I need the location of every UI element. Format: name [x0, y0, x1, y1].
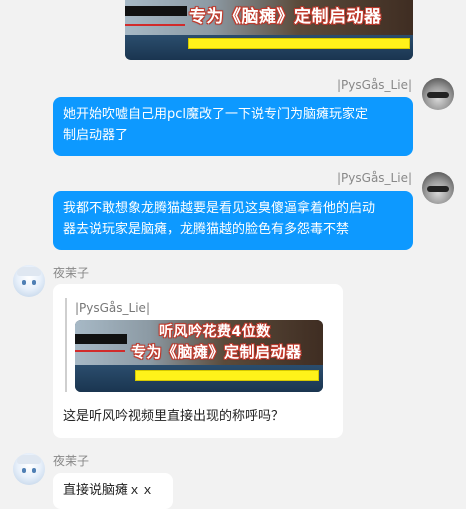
message-bubble[interactable]: 直接说脑瘫ｘｘ: [53, 473, 173, 509]
avatar[interactable]: [422, 78, 454, 110]
sender-name: |PysGås_Lie|: [337, 171, 412, 185]
image-caption-line2: 专为《脑瘫》定制启动器: [131, 343, 302, 361]
image-black-band: [125, 6, 187, 16]
sender-name: 夜茉子: [53, 266, 90, 280]
avatar[interactable]: [422, 172, 454, 204]
sender-name: 夜茉子: [53, 454, 90, 468]
image-black-band: [75, 334, 127, 344]
avatar[interactable]: [13, 265, 45, 297]
message-text-line: 她开始吹嘘自己用pcl魔改了一下说专门为脑瘫玩家定: [63, 107, 369, 122]
message-bubble[interactable]: 她开始吹嘘自己用pcl魔改了一下说专门为脑瘫玩家定 制启动器了: [53, 97, 413, 156]
image-caption: 专为《脑瘫》定制启动器: [189, 7, 382, 27]
image-yellow-bar: [188, 38, 410, 49]
image-caption-line1: 听风吟花费4位数: [159, 324, 271, 340]
quote-sender: |PysGås_Lie|: [75, 301, 150, 315]
message-text-line: 我都不敢想象龙腾猫越要是看见这臭傻逼拿着他的启动: [63, 201, 376, 216]
image-red-line: [75, 350, 125, 352]
quoted-image[interactable]: 听风吟花费4位数 专为《脑瘫》定制启动器: [75, 320, 323, 392]
avatar[interactable]: [13, 453, 45, 485]
image-red-line: [125, 24, 185, 26]
message-text-line: 器去说玩家是脑瘫，龙腾猫越的脸色有多怨毒不禁: [63, 222, 350, 237]
image-yellow-bar: [135, 370, 319, 381]
message-text: 这是听风吟视频里直接出现的称呼吗？: [63, 409, 285, 424]
message-bubble[interactable]: 我都不敢想象龙腾猫越要是看见这臭傻逼拿着他的启动 器去说玩家是脑瘫，龙腾猫越的脸…: [53, 191, 413, 250]
sender-name: |PysGås_Lie|: [337, 78, 412, 92]
message-text-line: 制启动器了: [63, 128, 129, 143]
image-message-top[interactable]: 专为《脑瘫》定制启动器: [125, 0, 413, 60]
quote-bar: [65, 298, 67, 392]
message-bubble[interactable]: |PysGås_Lie| 听风吟花费4位数 专为《脑瘫》定制启动器 这是听风吟视…: [53, 284, 343, 438]
